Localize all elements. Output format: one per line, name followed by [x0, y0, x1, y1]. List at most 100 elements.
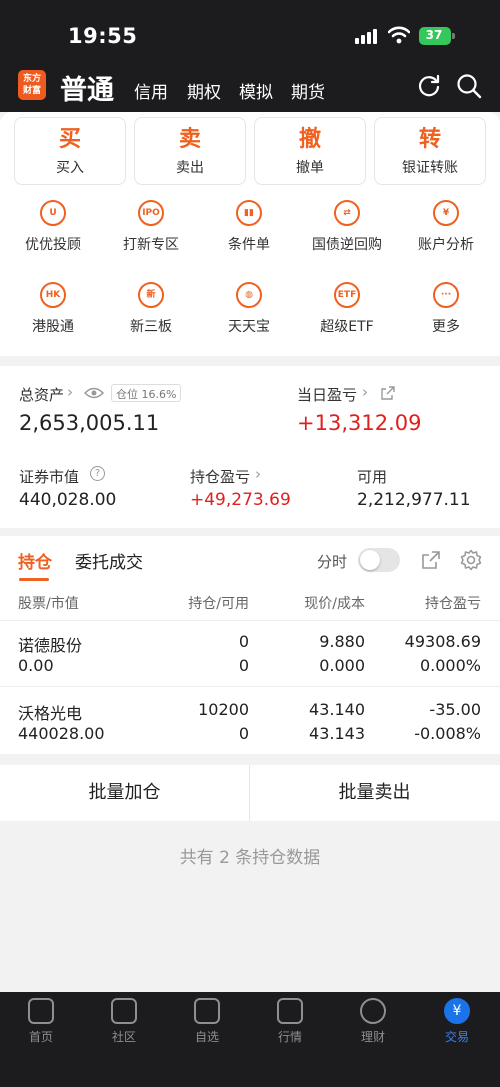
stock-available: 0	[238, 724, 249, 743]
bond-repo-icon: ⇄	[334, 200, 360, 226]
piggy-bank-icon: ◍	[236, 282, 262, 308]
battery-icon: 37	[419, 27, 451, 45]
holding-pl-label[interactable]: 持仓盈亏	[190, 466, 250, 487]
tab-holdings[interactable]: 持仓	[18, 548, 52, 573]
tab-simulation[interactable]: 模拟	[239, 78, 273, 103]
header-stock-mv: 股票/市值	[18, 596, 79, 612]
cancel-order-button[interactable]: 撤 撤单	[254, 117, 366, 185]
home-icon	[28, 998, 54, 1024]
app-logo: 东方 财富	[18, 70, 46, 100]
uu-advisor-icon: U	[40, 200, 66, 226]
bank-transfer-button[interactable]: 转 银证转账	[374, 117, 486, 185]
grid-tiantianbao[interactable]: ◍ 天天宝	[201, 282, 297, 336]
market-value: 440,028.00	[19, 490, 117, 510]
holding-pl-value: +49,273.69	[190, 490, 291, 510]
tabbar-market[interactable]: 行情	[260, 998, 320, 1045]
available-label: 可用	[357, 468, 388, 486]
search-icon[interactable]	[456, 73, 482, 99]
grid-more[interactable]: ··· 更多	[398, 282, 494, 336]
batch-add-button[interactable]: 批量加仓	[0, 765, 249, 821]
watchlist-icon	[194, 998, 220, 1024]
tab-credit[interactable]: 信用	[134, 78, 168, 103]
stock-pl-pct: 0.000%	[419, 656, 481, 675]
tabbar-home[interactable]: 首页	[11, 998, 71, 1045]
grid-condition-order[interactable]: ▮▮ 条件单	[201, 200, 297, 254]
more-icon: ···	[433, 282, 459, 308]
grid-bond-repo[interactable]: ⇄ 国债逆回购	[299, 200, 395, 254]
grid-ipo[interactable]: IPO 打新专区	[103, 200, 199, 254]
help-icon[interactable]: ?	[90, 466, 105, 481]
stock-pl: 49308.69	[404, 632, 481, 651]
sell-button[interactable]: 卖 卖出	[134, 117, 246, 185]
eye-icon[interactable]	[84, 386, 104, 400]
tabbar-watchlist[interactable]: 自选	[177, 998, 237, 1045]
share-icon[interactable]	[381, 386, 395, 400]
refresh-icon[interactable]	[416, 73, 442, 99]
stock-cost: 43.143	[309, 724, 365, 743]
header: 东方 财富 普通 信用 期权 模拟 期货	[0, 62, 500, 112]
stock-pl: -35.00	[429, 700, 481, 719]
market-value-label: 证券市值	[19, 468, 80, 486]
tabbar-trade[interactable]: ¥ 交易	[427, 998, 487, 1045]
chevron-right-icon: ›	[67, 383, 73, 401]
grid-account-analysis[interactable]: ¥ 账户分析	[398, 200, 494, 254]
yuan-icon: ¥	[444, 998, 470, 1024]
tabbar-wealth[interactable]: 理财	[343, 998, 403, 1045]
chat-icon	[111, 998, 137, 1024]
timeshare-toggle[interactable]	[358, 548, 400, 572]
stock-hold: 10200	[198, 700, 249, 719]
grid-hk-connect[interactable]: HK 港股通	[5, 282, 101, 336]
hk-connect-icon: HK	[40, 282, 66, 308]
battery-level: 37	[425, 28, 443, 42]
stock-name: 沃格光电	[18, 704, 83, 723]
quick-actions-panel: 买 买入 卖 卖出 撤 撤单 转 银证转账 U 优优投顾 IPO 打新专区 ▮▮…	[0, 112, 500, 356]
export-icon[interactable]	[421, 550, 441, 570]
stock-market-value: 0.00	[18, 656, 54, 675]
position-ratio-badge: 仓位 16.6%	[111, 384, 182, 402]
status-bar: 19:55 37	[0, 0, 500, 62]
status-time: 19:55	[68, 24, 138, 48]
divider	[0, 620, 500, 621]
stock-name: 诺德股份	[18, 636, 83, 655]
available-value: 2,212,977.11	[357, 490, 471, 510]
condition-order-icon: ▮▮	[236, 200, 262, 226]
stock-hold: 0	[238, 632, 249, 651]
header-price-cost: 现价/成本	[304, 596, 365, 612]
total-assets-label[interactable]: 总资产	[19, 384, 64, 405]
tab-orders-trades[interactable]: 委托成交	[75, 548, 143, 573]
ipo-icon: IPO	[138, 200, 164, 226]
positions-summary: 共有 2 条持仓数据	[179, 848, 321, 868]
buy-button[interactable]: 买 买入	[14, 117, 126, 185]
stock-market-value: 440028.00	[18, 724, 105, 743]
grid-uu-advisor[interactable]: U 优优投顾	[5, 200, 101, 254]
tab-underline	[19, 578, 49, 581]
diamond-icon	[360, 998, 386, 1024]
chevron-right-icon: ›	[255, 465, 261, 483]
grid-super-etf[interactable]: ETF 超级ETF	[299, 282, 395, 336]
stock-cost: 0.000	[319, 656, 365, 675]
tabbar-community[interactable]: 社区	[94, 998, 154, 1045]
account-type-current[interactable]: 普通	[60, 68, 114, 107]
timeshare-label: 分时	[317, 553, 348, 571]
bottom-tab-bar: 首页 社区 自选 行情 理财 ¥ 交易	[0, 992, 500, 1087]
battery-cap	[452, 33, 455, 39]
total-assets-value: 2,653,005.11	[19, 411, 160, 435]
account-analysis-icon: ¥	[433, 200, 459, 226]
grid-neeq[interactable]: 新 新三板	[103, 282, 199, 336]
batch-sell-button[interactable]: 批量卖出	[250, 765, 499, 821]
chart-icon	[277, 998, 303, 1024]
signal-icon	[355, 28, 381, 44]
tab-options[interactable]: 期权	[187, 78, 221, 103]
header-holding-pl: 持仓盈亏	[425, 596, 481, 612]
etf-icon: ETF	[334, 282, 360, 308]
top-bar: 19:55 37 东方 财富 普通 信用 期权 模拟 期货	[0, 0, 500, 112]
tab-futures[interactable]: 期货	[291, 78, 325, 103]
settings-gear-icon[interactable]	[460, 549, 482, 571]
stock-pl-pct: -0.008%	[414, 724, 481, 743]
daily-pl-value: +13,312.09	[297, 411, 422, 435]
daily-pl-label[interactable]: 当日盈亏	[297, 384, 357, 405]
chevron-right-icon: ›	[362, 383, 368, 401]
stock-available: 0	[238, 656, 249, 675]
header-hold-avail: 持仓/可用	[188, 596, 249, 612]
stock-price: 43.140	[309, 700, 365, 719]
